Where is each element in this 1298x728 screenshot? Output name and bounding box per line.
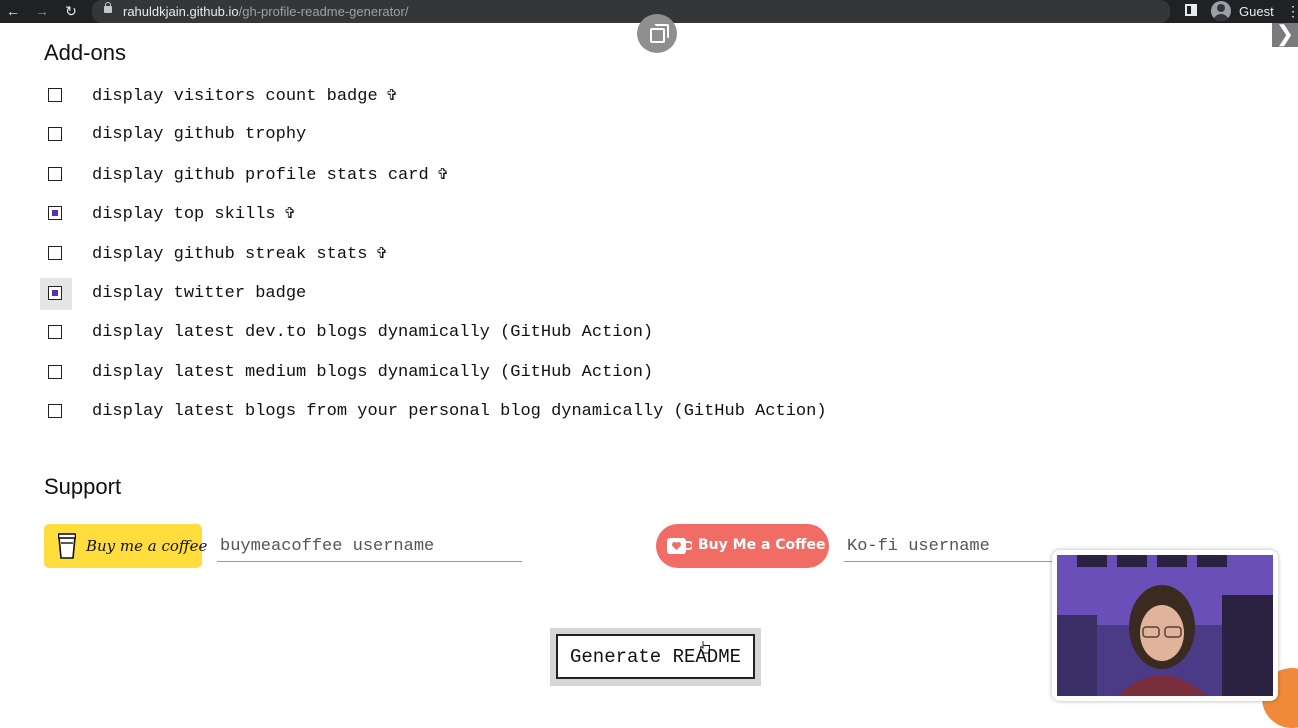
- addon-personal-blog[interactable]: display latest blogs from your personal …: [46, 402, 946, 424]
- buymeacoffee-username-input[interactable]: [217, 531, 522, 562]
- reload-icon[interactable]: ↻: [62, 3, 80, 21]
- picture-in-picture-icon[interactable]: [637, 14, 677, 53]
- checkbox[interactable]: [46, 323, 66, 343]
- profile-avatar-icon[interactable]: [1211, 1, 1231, 21]
- addon-visitors-count[interactable]: display visitors count badge ✞: [46, 86, 946, 108]
- addon-label: display latest blogs from your personal …: [92, 402, 827, 421]
- addon-top-skills[interactable]: display top skills ✞: [46, 204, 946, 226]
- addon-streak-stats[interactable]: display github streak stats ✞: [46, 244, 946, 266]
- addon-devto-blogs[interactable]: display latest dev.to blogs dynamically …: [46, 323, 946, 345]
- settings-icon[interactable]: ✞: [375, 244, 388, 262]
- back-arrow-icon[interactable]: ←: [4, 3, 22, 21]
- checkbox-box[interactable]: [48, 246, 62, 260]
- chevron-right-icon[interactable]: ❯: [1272, 23, 1298, 47]
- address-bar[interactable]: rahuldkjain.github.io/gh-profile-readme-…: [92, 0, 1170, 23]
- hand-cursor-icon: [700, 641, 710, 654]
- profile-label[interactable]: Guest: [1239, 4, 1274, 19]
- checkbox[interactable]: [46, 165, 66, 185]
- settings-icon[interactable]: ✞: [437, 165, 450, 183]
- kofi-button[interactable]: Buy Me a Coffee: [656, 524, 829, 568]
- buy-me-a-coffee-button[interactable]: Buy me a coffee: [44, 524, 207, 568]
- url-path: /gh-profile-readme-generator/: [238, 4, 409, 19]
- checkbox[interactable]: [40, 278, 72, 310]
- addon-twitter-badge[interactable]: display twitter badge: [40, 278, 946, 310]
- kofi-username-input[interactable]: [844, 531, 1055, 562]
- webcam-video-overlay: [1052, 550, 1278, 701]
- addon-label: display github trophy: [92, 125, 307, 144]
- more-menu-icon[interactable]: ⋮: [1286, 3, 1298, 20]
- checkbox-box[interactable]: [48, 127, 62, 141]
- support-heading: Support: [44, 474, 122, 499]
- side-panel-icon[interactable]: [1185, 4, 1197, 16]
- checkbox[interactable]: [46, 363, 66, 383]
- checkbox-box[interactable]: [48, 167, 62, 181]
- url-host: rahuldkjain.github.io: [123, 4, 239, 19]
- checkbox[interactable]: [46, 86, 66, 106]
- addon-profile-stats[interactable]: display github profile stats card ✞: [46, 165, 946, 187]
- kofi-cup-icon: [667, 538, 692, 554]
- webcam-image: [1057, 555, 1273, 696]
- checkbox-box[interactable]: [48, 88, 62, 102]
- kofi-button-label: Buy Me a Coffee: [698, 537, 826, 553]
- checkbox-box[interactable]: [48, 404, 62, 418]
- generate-button-focus-ring: Generate README: [550, 628, 761, 686]
- url-text[interactable]: rahuldkjain.github.io/gh-profile-readme-…: [123, 4, 408, 19]
- checkbox-box[interactable]: [48, 365, 62, 379]
- checkbox[interactable]: [46, 204, 66, 224]
- addon-label: display visitors count badge: [92, 87, 378, 106]
- checkbox[interactable]: [46, 244, 66, 264]
- checkbox[interactable]: [46, 125, 66, 145]
- generate-readme-button[interactable]: Generate README: [556, 634, 755, 679]
- checkbox-box[interactable]: [48, 325, 62, 339]
- addon-label: display twitter badge: [92, 284, 307, 303]
- checkbox-box[interactable]: [48, 286, 62, 300]
- bmc-button-label: Buy me a coffee: [86, 537, 208, 555]
- addon-label: display latest dev.to blogs dynamically …: [92, 323, 654, 342]
- addon-label: display github profile stats card: [92, 166, 429, 185]
- addon-github-trophy[interactable]: display github trophy: [46, 125, 946, 147]
- checkbox-box[interactable]: [48, 206, 62, 220]
- lock-icon[interactable]: [104, 2, 112, 13]
- checkbox[interactable]: [46, 402, 66, 422]
- settings-icon[interactable]: ✞: [284, 204, 297, 222]
- addon-label: display latest medium blogs dynamically …: [92, 363, 654, 382]
- addon-label: display top skills: [92, 205, 276, 224]
- settings-icon[interactable]: ✞: [386, 86, 399, 104]
- forward-arrow-icon[interactable]: →: [33, 3, 51, 21]
- addons-heading: Add-ons: [44, 40, 126, 65]
- coffee-cup-icon: [58, 533, 76, 559]
- addon-medium-blogs[interactable]: display latest medium blogs dynamically …: [46, 363, 946, 385]
- addon-label: display github streak stats: [92, 245, 368, 264]
